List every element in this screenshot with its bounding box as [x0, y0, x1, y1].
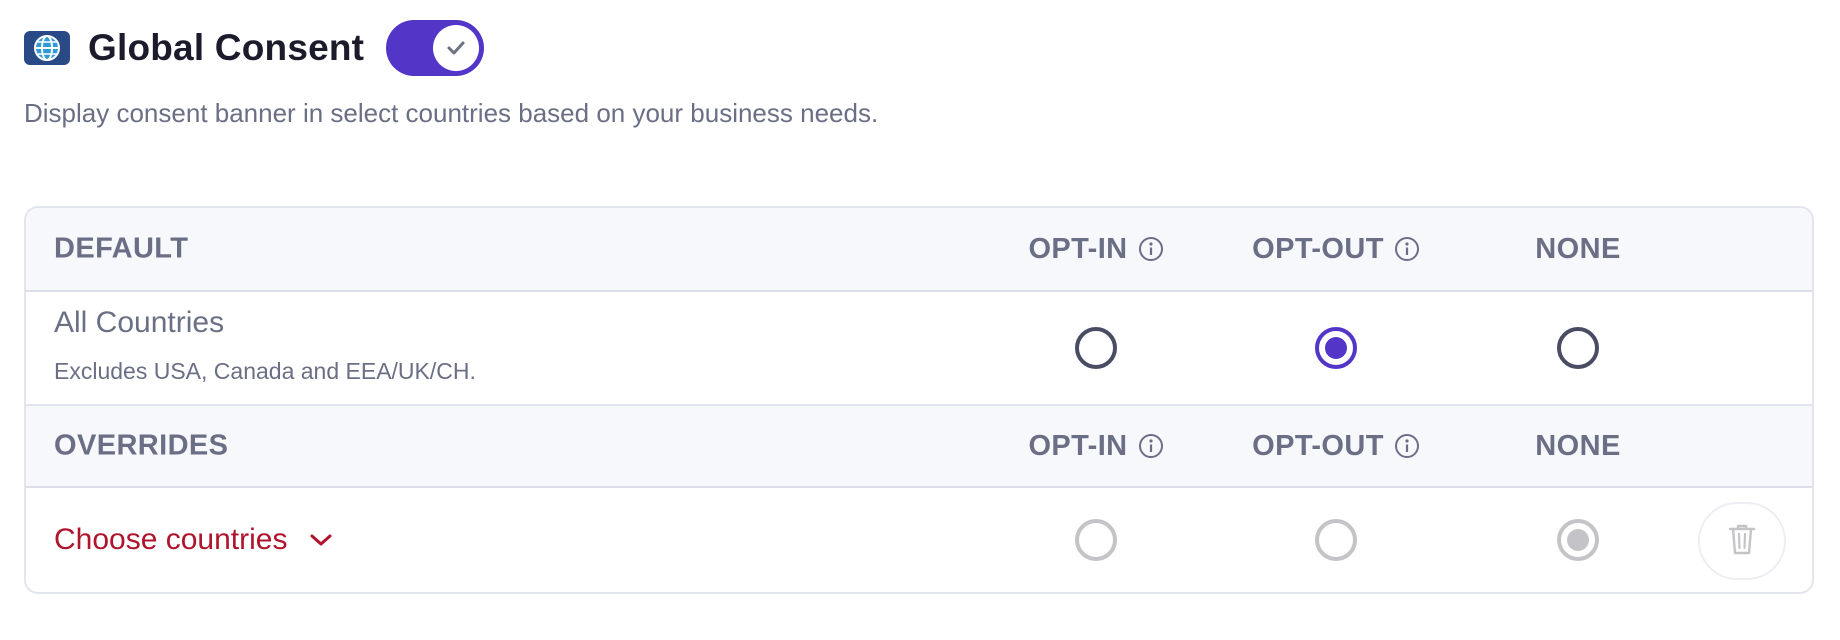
default-row-all-countries: All Countries Excludes USA, Canada and E… [26, 292, 1812, 406]
radio-none[interactable] [1557, 519, 1599, 561]
check-icon [433, 25, 480, 71]
column-header-opt-out: OPT-OUT [1252, 430, 1420, 463]
info-icon[interactable] [1394, 433, 1420, 459]
delete-override-button[interactable] [1698, 502, 1786, 580]
trash-icon [1727, 522, 1757, 561]
radio-opt-out[interactable] [1315, 327, 1357, 369]
choose-countries-dropdown[interactable]: Choose countries [54, 523, 333, 557]
override-row: Choose countries [26, 488, 1812, 592]
chevron-down-icon [309, 532, 333, 548]
info-icon[interactable] [1394, 236, 1420, 262]
choose-countries-label: Choose countries [54, 523, 288, 556]
column-header-none: NONE [1535, 232, 1621, 265]
info-icon[interactable] [1138, 236, 1164, 262]
radio-opt-out[interactable] [1315, 519, 1357, 561]
column-header-opt-out: OPT-OUT [1252, 233, 1420, 266]
header: Global Consent [24, 20, 485, 76]
info-icon[interactable] [1138, 433, 1164, 459]
page-title: Global Consent [88, 27, 365, 68]
overrides-header-row: OVERRIDES OPT-IN OPT-OUT NONE [26, 406, 1812, 488]
row-subtitle: Excludes USA, Canada and EEA/UK/CH. [54, 358, 476, 384]
consent-table: DEFAULT OPT-IN OPT-OUT NONE All Countrie… [24, 206, 1814, 594]
radio-opt-in[interactable] [1075, 327, 1117, 369]
column-header-opt-in: OPT-IN [1028, 430, 1163, 463]
column-header-none: NONE [1535, 429, 1621, 462]
row-title: All Countries [54, 306, 225, 339]
global-consent-toggle[interactable] [386, 20, 485, 76]
overrides-section-label: OVERRIDES [54, 429, 229, 462]
globe-icon [24, 31, 70, 65]
radio-opt-in[interactable] [1075, 519, 1117, 561]
default-header-row: DEFAULT OPT-IN OPT-OUT NONE [26, 208, 1812, 292]
column-header-opt-in: OPT-IN [1028, 233, 1163, 266]
page-description: Display consent banner in select countri… [24, 98, 879, 128]
radio-none[interactable] [1557, 327, 1599, 369]
default-section-label: DEFAULT [54, 232, 189, 265]
